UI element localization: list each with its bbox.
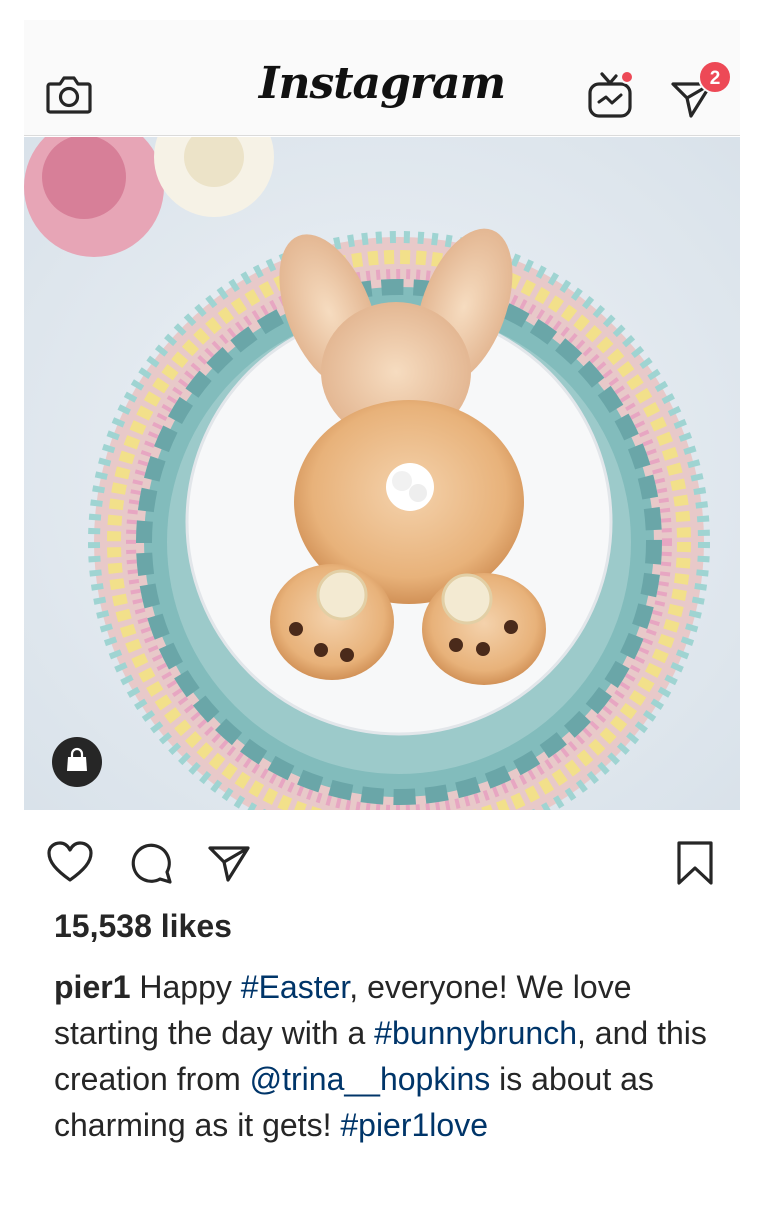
bookmark-icon[interactable] xyxy=(674,840,716,886)
post-action-bar xyxy=(24,820,740,900)
bunny-pancake-illustration xyxy=(24,137,740,810)
hashtag-link[interactable]: #pier1love xyxy=(340,1107,488,1143)
post-caption: pier1 Happy #Easter, everyone! We love s… xyxy=(54,964,734,1148)
shopping-tag-button[interactable] xyxy=(52,737,102,787)
post-image[interactable] xyxy=(24,137,740,810)
igtv-notification-dot xyxy=(620,70,634,84)
hashtag-link[interactable]: #Easter xyxy=(241,969,350,1005)
caption-username[interactable]: pier1 xyxy=(54,969,130,1005)
hashtag-link[interactable]: #bunnybrunch xyxy=(374,1015,577,1051)
instagram-app: Instagram 2 15,538 likes pier1 Happy #Ea… xyxy=(24,20,740,1220)
heart-icon[interactable] xyxy=(46,840,94,884)
shopping-bag-icon xyxy=(67,747,87,771)
direct-badge: 2 xyxy=(698,60,732,94)
comment-icon[interactable] xyxy=(128,840,174,886)
mention-link[interactable]: @trina__hopkins xyxy=(250,1061,491,1097)
caption-text: Happy xyxy=(130,969,241,1005)
top-navigation-bar: Instagram 2 xyxy=(24,20,740,136)
like-count[interactable]: 15,538 likes xyxy=(54,908,232,945)
share-icon[interactable] xyxy=(206,840,252,886)
